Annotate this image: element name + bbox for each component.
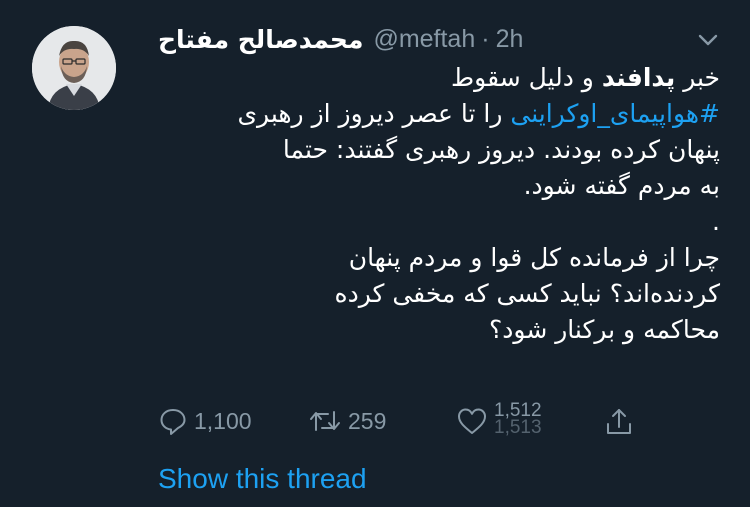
like-button[interactable] <box>456 406 488 436</box>
tweet-line: چرا از فرمانده کل قوا و مردم پنهان <box>348 243 720 272</box>
bold-word: پدافند <box>601 63 676 92</box>
hashtag-link[interactable]: #هواپیمای_اوکراینی <box>510 99 720 128</box>
tweet-line: #هواپیمای_اوکراینی را تا عصر دیروز از ره… <box>237 99 720 128</box>
reply-count: 1,100 <box>194 407 252 434</box>
heart-icon <box>458 408 486 434</box>
chevron-down-icon[interactable] <box>694 26 722 54</box>
display-name[interactable]: محمدصالح مفتاح <box>158 25 363 54</box>
separator-dot: · <box>481 24 490 53</box>
tweet-line: کردنده‌اند؟ نباید کسی که مخفی کرده <box>334 279 720 308</box>
timestamp[interactable]: 2h <box>496 25 524 54</box>
avatar[interactable] <box>32 26 116 110</box>
reply-button[interactable]: 1,100 <box>158 406 252 436</box>
like-count: 1,512 1,513 <box>494 402 554 442</box>
tweet-line: خبر پدافند و دلیل سقوط <box>451 63 720 92</box>
reply-icon <box>160 409 186 435</box>
retweet-count: 259 <box>348 407 387 434</box>
tweet-header: محمدصالح مفتاح @meftah · 2h <box>158 20 523 58</box>
tweet-line: محاکمه و برکنار شود؟ <box>489 315 720 344</box>
tweet-line: به مردم گفته شود. <box>523 171 720 200</box>
share-button[interactable] <box>604 406 634 438</box>
tweet-line: . <box>712 207 720 236</box>
retweet-icon <box>310 411 340 431</box>
like-count-next: 1,513 <box>494 417 542 438</box>
profile-photo <box>32 26 116 110</box>
tweet-text: خبر پدافند و دلیل سقوط #هواپیمای_اوکراین… <box>150 60 720 348</box>
tweet-line: پنهان کرده بودند. دیروز رهبری گفتند: حتم… <box>282 135 720 164</box>
show-thread-link[interactable]: Show this thread <box>158 463 367 495</box>
retweet-button[interactable]: 259 <box>308 406 386 436</box>
share-icon <box>607 409 631 434</box>
user-handle[interactable]: @meftah <box>373 25 475 54</box>
action-bar: 1,100 259 1,512 1,513 <box>158 400 638 446</box>
